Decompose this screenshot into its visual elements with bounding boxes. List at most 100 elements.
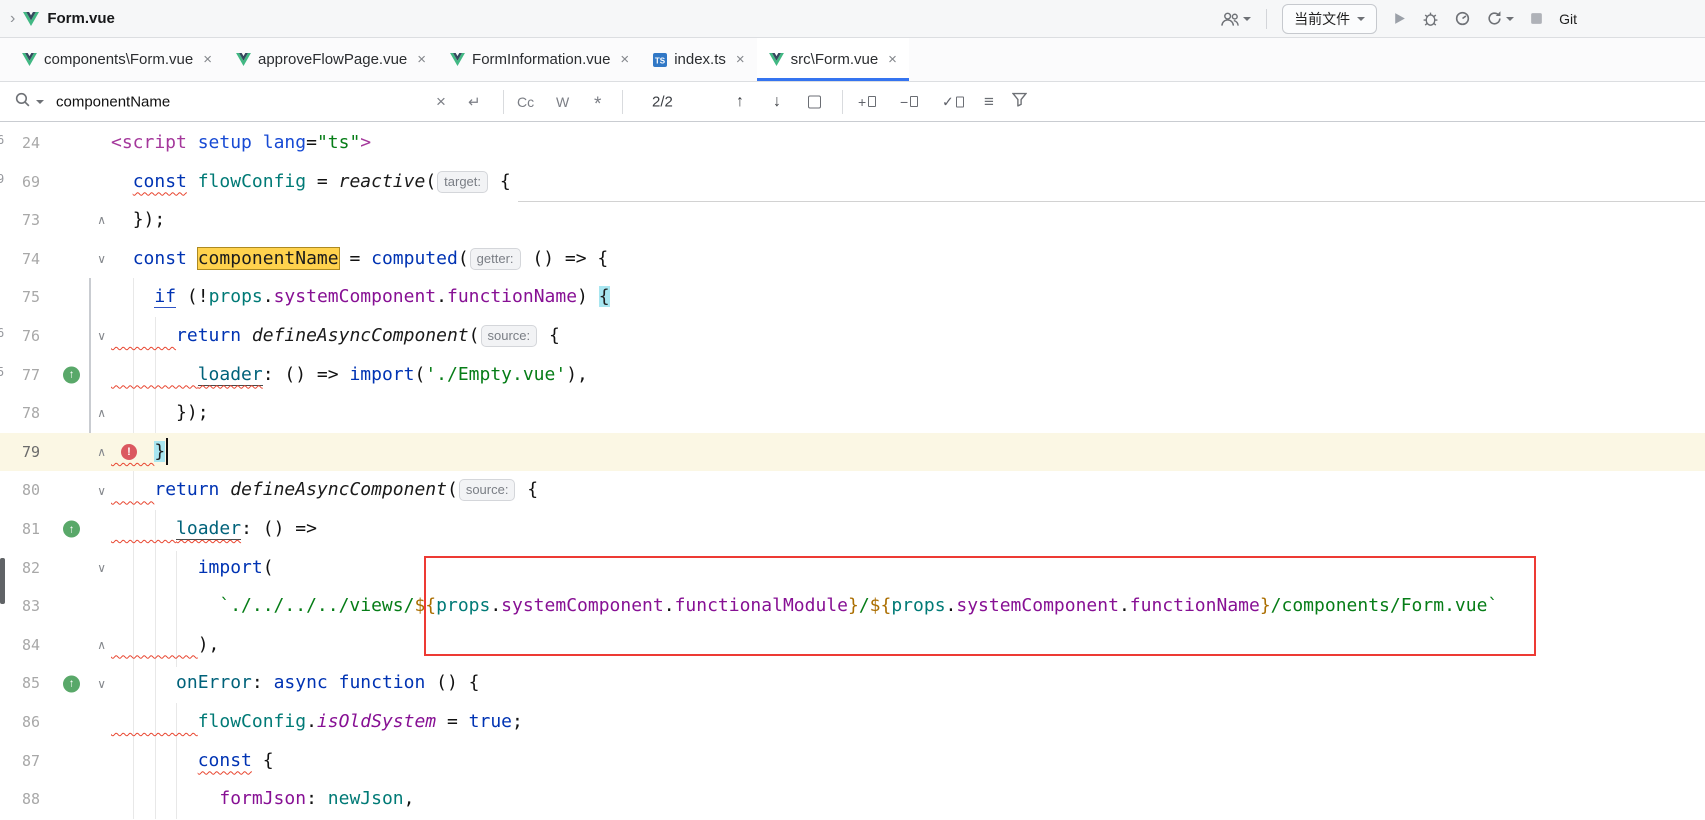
code-line-87[interactable]: 87 const { xyxy=(0,742,1705,781)
code-line-78[interactable]: 78∧ }); xyxy=(0,394,1705,433)
clipped-line-number: 5 xyxy=(0,365,4,379)
inlay-hint[interactable]: target: xyxy=(437,171,488,193)
gutter-action-icon[interactable]: ↑ xyxy=(63,675,80,692)
code-line-24[interactable]: 24<script setup lang="ts"> xyxy=(0,124,1705,163)
search-history-chevron-icon[interactable] xyxy=(36,100,44,104)
add-occurrence-icon[interactable]: + xyxy=(858,94,876,110)
search-icon[interactable] xyxy=(14,91,31,113)
code-text: <script setup lang="ts"> xyxy=(111,124,1705,163)
window-title: Form.vue xyxy=(47,10,115,27)
gutter xyxy=(48,742,111,781)
gutter-action-icon[interactable]: ↑ xyxy=(63,366,80,383)
select-all-matches-icon[interactable] xyxy=(808,95,821,108)
remove-occurrence-icon[interactable]: − xyxy=(900,94,918,110)
editor-tab-5[interactable]: src\Form.vue× xyxy=(757,38,909,81)
matched-brace: } xyxy=(154,441,165,462)
code-text: flowConfig.isOldSystem = true; xyxy=(111,703,1705,742)
fold-down-icon[interactable]: ∨ xyxy=(97,252,106,266)
search-options-menu-icon[interactable]: ≡ xyxy=(984,92,994,112)
run-config-select[interactable]: 当前文件 xyxy=(1282,4,1377,34)
fold-down-icon[interactable]: ∨ xyxy=(97,329,106,343)
line-number: 82 xyxy=(0,549,48,588)
chevron-down-icon xyxy=(1243,17,1251,21)
next-match-icon[interactable]: ↓ xyxy=(773,93,781,111)
window-chevron-icon[interactable]: › xyxy=(10,10,15,28)
error-icon[interactable]: ! xyxy=(121,444,137,460)
text-caret xyxy=(166,438,168,465)
whole-words-toggle[interactable]: W xyxy=(556,94,569,110)
ide-window: › Form.vue 当前文件 Git compone xyxy=(0,0,1705,820)
editor-tab-2[interactable]: approveFlowPage.vue× xyxy=(224,38,438,81)
profiler-icon[interactable] xyxy=(1454,10,1471,27)
code-line-77[interactable]: 77↑ loader: () => import('./Empty.vue'), xyxy=(0,356,1705,395)
code-text: loader: () => xyxy=(111,510,1705,549)
inlay-hint[interactable]: source: xyxy=(459,479,516,501)
collaborate-icon[interactable] xyxy=(1221,11,1251,27)
code-line-75[interactable]: 75 if (!props.systemComponent.functionNa… xyxy=(0,278,1705,317)
code-line-88[interactable]: 88 formJson: newJson, xyxy=(0,780,1705,819)
matched-brace: { xyxy=(599,286,610,307)
code-line-79[interactable]: 79 ∧! } xyxy=(0,433,1705,472)
line-number: 74 xyxy=(0,240,48,279)
gutter-action-icon[interactable]: ↑ xyxy=(63,521,80,538)
editor-tab-3[interactable]: FormInformation.vue× xyxy=(438,38,641,81)
line-number: 83 xyxy=(0,587,48,626)
newline-icon[interactable]: ↵ xyxy=(468,93,481,111)
vue-file-icon xyxy=(236,53,251,66)
code-line-86[interactable]: 86 flowConfig.isOldSystem = true; xyxy=(0,703,1705,742)
previous-match-icon[interactable]: ↑ xyxy=(736,93,744,111)
inlay-hint[interactable]: getter: xyxy=(470,248,521,270)
editor[interactable]: 24<script setup lang="ts">69 const flowC… xyxy=(0,122,1705,820)
fold-down-icon[interactable]: ∨ xyxy=(97,561,106,575)
run-icon[interactable] xyxy=(1392,11,1407,26)
fold-down-icon[interactable]: ∨ xyxy=(97,677,106,691)
code-line-73[interactable]: 73∧ }); xyxy=(0,201,1705,240)
editor-tab-4[interactable]: TSindex.ts× xyxy=(641,38,756,81)
code-line-69[interactable]: 69 const flowConfig = reactive(target: { xyxy=(0,163,1705,202)
line-number: 87 xyxy=(0,742,48,781)
fold-up-icon[interactable]: ∧ xyxy=(97,445,106,459)
search-input[interactable]: componentName xyxy=(56,93,170,110)
stop-icon[interactable] xyxy=(1529,11,1544,26)
line-number: 79 xyxy=(0,433,48,472)
select-occurrences-icon[interactable]: ✓ xyxy=(942,93,964,110)
line-number: 75 xyxy=(0,278,48,317)
clear-search-icon[interactable]: × xyxy=(436,92,446,112)
inlay-hint[interactable]: source: xyxy=(481,325,538,347)
match-case-toggle[interactable]: Cc xyxy=(517,94,534,110)
rerun-icon[interactable] xyxy=(1486,10,1514,27)
code-line-82[interactable]: 82∨ import( xyxy=(0,549,1705,588)
fold-up-icon[interactable]: ∧ xyxy=(97,406,106,420)
tab-close-icon[interactable]: × xyxy=(203,51,212,68)
line-number: 80 xyxy=(0,471,48,510)
filter-icon[interactable] xyxy=(1012,92,1027,111)
regex-toggle[interactable]: * xyxy=(594,88,601,116)
vue-logo-icon xyxy=(23,12,39,26)
debug-icon[interactable] xyxy=(1422,10,1439,27)
tab-close-icon[interactable]: × xyxy=(736,51,745,68)
chevron-down-icon xyxy=(1506,17,1514,21)
gutter: ∨ xyxy=(48,471,111,510)
code-line-83[interactable]: 83 `./../../../views/${props.systemCompo… xyxy=(0,587,1705,626)
editor-tab-1[interactable]: components\Form.vue× xyxy=(10,38,224,81)
fold-up-icon[interactable]: ∧ xyxy=(97,638,106,652)
code-line-84[interactable]: 84∧ ), xyxy=(0,626,1705,665)
code-text: }); xyxy=(111,201,1705,240)
find-bar-divider xyxy=(503,90,504,114)
git-label[interactable]: Git xyxy=(1559,11,1577,27)
code-line-81[interactable]: 81↑ loader: () => xyxy=(0,510,1705,549)
tab-label: index.ts xyxy=(674,51,726,68)
tab-close-icon[interactable]: × xyxy=(417,51,426,68)
code-text: `./../../../views/${props.systemComponen… xyxy=(111,587,1705,626)
tab-close-icon[interactable]: × xyxy=(620,51,629,68)
code-text: loader: () => import('./Empty.vue'), xyxy=(111,356,1705,395)
gutter: ∧ xyxy=(48,433,111,472)
code-line-74[interactable]: 74∨ const componentName = computed(gette… xyxy=(0,240,1705,279)
fold-up-icon[interactable]: ∧ xyxy=(97,213,106,227)
gutter xyxy=(48,163,111,202)
code-line-85[interactable]: 85↑∨ onError: async function () { xyxy=(0,664,1705,703)
tab-close-icon[interactable]: × xyxy=(888,51,897,68)
code-line-76[interactable]: 76∨ return defineAsyncComponent(source: … xyxy=(0,317,1705,356)
code-line-80[interactable]: 80∨ return defineAsyncComponent(source: … xyxy=(0,471,1705,510)
fold-down-icon[interactable]: ∨ xyxy=(97,484,106,498)
